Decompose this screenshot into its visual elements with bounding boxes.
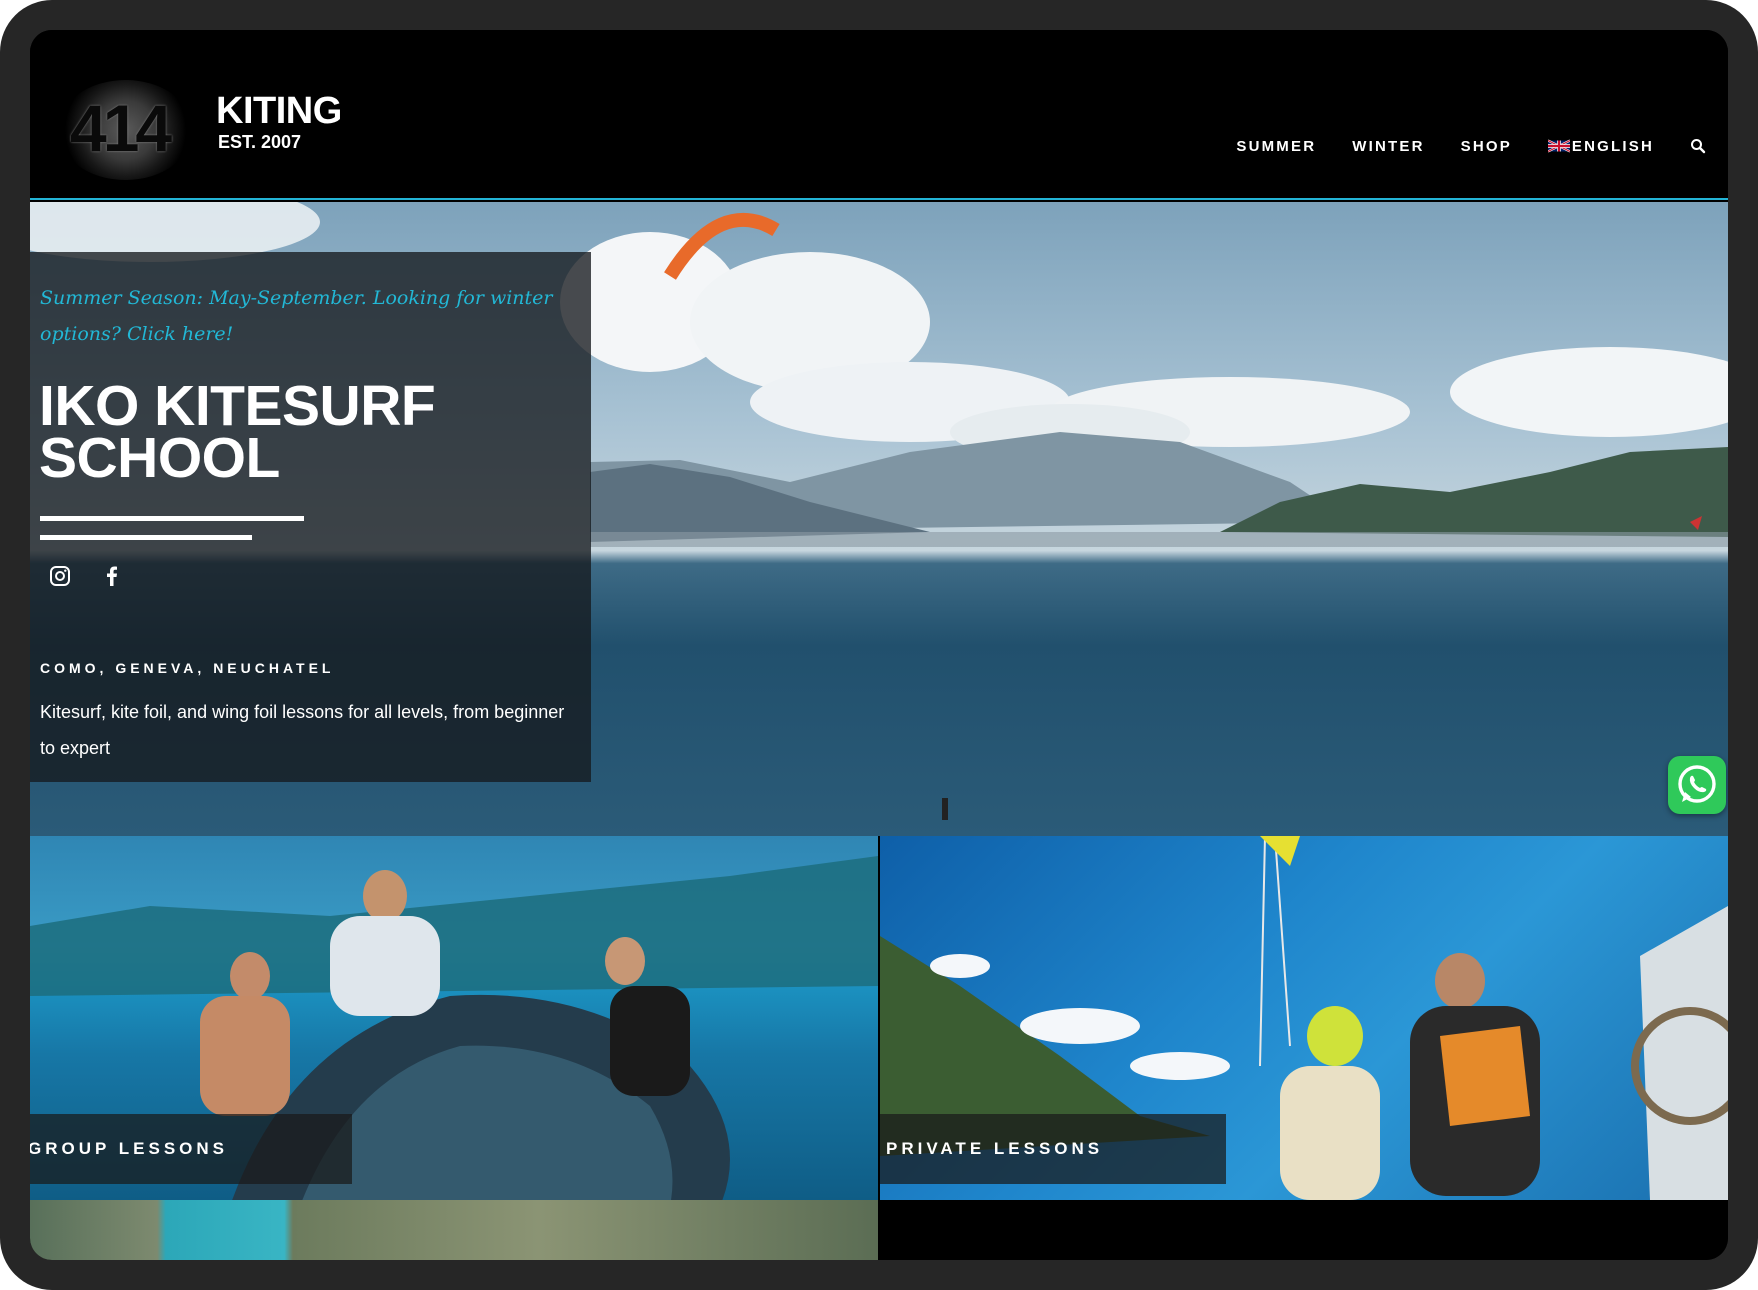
nav-item-label: ENGLISH <box>1571 137 1654 155</box>
search-icon[interactable] <box>1690 138 1706 154</box>
logo-word: KITING <box>216 90 342 132</box>
site-header: 414 KITING EST. 2007 SUMMER WINTER SHOP <box>30 30 1728 200</box>
hero-section: Summer Season: May-September. Looking fo… <box>30 202 1728 836</box>
uk-flag-icon <box>1547 139 1570 153</box>
title-divider-short <box>40 535 252 540</box>
page-title-line-1: IKO KITESURF <box>39 374 436 438</box>
social-links <box>48 564 152 588</box>
hero-info-panel: Summer Season: May-September. Looking fo… <box>30 252 591 782</box>
nav-item-label: WINTER <box>1352 137 1425 155</box>
logo-number: 414 <box>70 91 172 165</box>
season-tagline-link[interactable]: Summer Season: May-September. Looking fo… <box>40 280 560 352</box>
facebook-icon[interactable] <box>100 564 124 588</box>
nav-item-language[interactable]: ENGLISH <box>1547 137 1654 155</box>
site-logo[interactable]: 414 KITING EST. 2007 <box>58 80 342 190</box>
page-title: IKO KITESURF SCHOOL <box>39 374 559 490</box>
private-lessons-label: PRIVATE LESSONS <box>880 1114 1226 1184</box>
nav-item-label: SUMMER <box>1236 137 1317 155</box>
private-lessons-tile[interactable]: PRIVATE LESSONS <box>880 836 1728 1200</box>
group-lessons-label: GROUP LESSONS <box>30 1114 352 1184</box>
page-title-line-2: SCHOOL <box>39 426 280 490</box>
title-divider-long <box>40 516 304 521</box>
whatsapp-chat-button[interactable] <box>1668 756 1726 814</box>
instagram-icon[interactable] <box>48 564 72 588</box>
nav-item-summer[interactable]: SUMMER <box>1236 138 1316 155</box>
nav-item-label: SHOP <box>1460 137 1512 155</box>
empty-tile-area <box>880 1200 1728 1260</box>
locations-list: COMO, GENEVA, NEUCHATEL <box>40 660 335 676</box>
nav-item-shop[interactable]: SHOP <box>1461 138 1512 155</box>
logo-established: EST. 2007 <box>218 132 302 152</box>
whatsapp-icon <box>1678 765 1716 803</box>
main-nav: SUMMER WINTER SHOP ENGLISH <box>1200 134 1706 158</box>
device-frame: 414 KITING EST. 2007 SUMMER WINTER SHOP <box>0 0 1758 1290</box>
hero-description: Kitesurf, kite foil, and wing foil lesso… <box>40 702 565 758</box>
next-tile-image-partial[interactable] <box>30 1200 878 1260</box>
browser-viewport: 414 KITING EST. 2007 SUMMER WINTER SHOP <box>30 30 1728 1260</box>
group-lessons-tile[interactable]: GROUP LESSONS <box>30 836 878 1200</box>
nav-item-winter[interactable]: WINTER <box>1352 138 1424 155</box>
